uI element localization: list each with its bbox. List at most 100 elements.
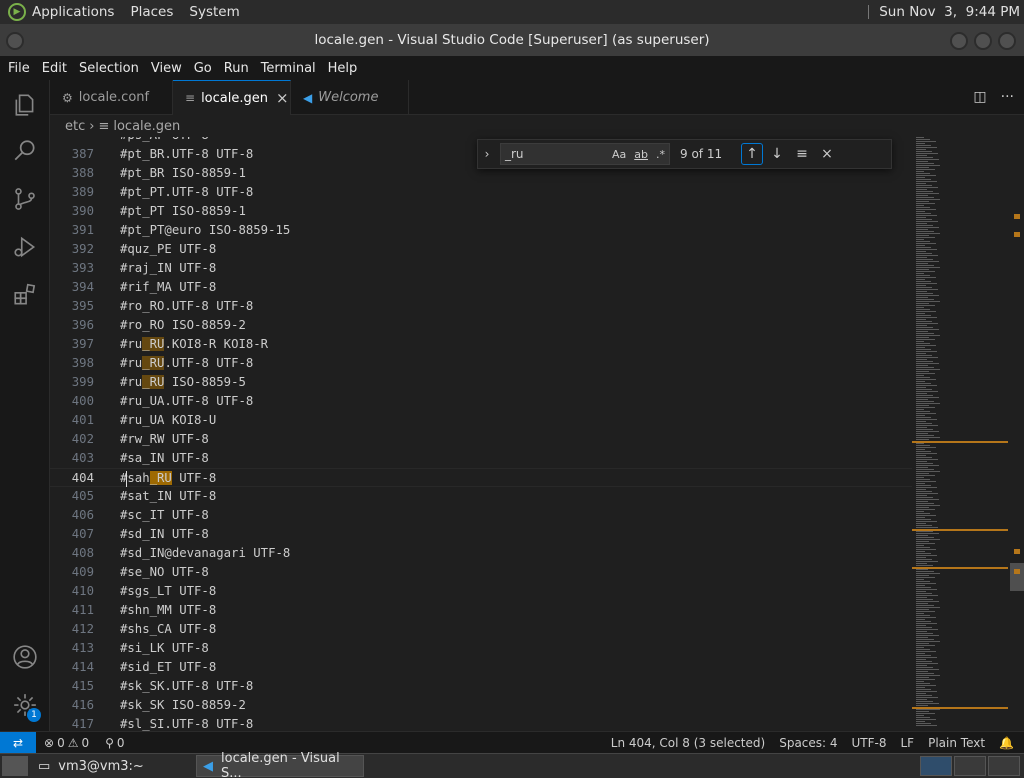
minimap-line bbox=[916, 603, 928, 604]
minimap-line bbox=[916, 339, 935, 340]
tab-locale-gen[interactable]: ≡ locale.gen × bbox=[173, 80, 291, 115]
minimap-line bbox=[916, 287, 932, 288]
minimap-line bbox=[916, 383, 931, 384]
tab-locale-conf[interactable]: ⚙ locale.conf bbox=[50, 80, 173, 115]
minimap-line bbox=[916, 613, 924, 614]
gnome-foot-icon[interactable]: ▶ bbox=[8, 3, 26, 21]
minimap-line bbox=[916, 667, 933, 668]
source-control-icon[interactable] bbox=[0, 176, 50, 222]
match-whole-word-toggle[interactable]: ab bbox=[634, 148, 648, 161]
toggle-replace-chevron-icon[interactable]: › bbox=[478, 147, 496, 161]
workspace-2[interactable] bbox=[954, 756, 986, 776]
code-line: 416 #sk_SK ISO-8859-2 bbox=[50, 696, 912, 715]
minimap-line bbox=[916, 543, 935, 544]
show-desktop-icon[interactable] bbox=[2, 756, 28, 776]
window-titlebar[interactable]: locale.gen - Visual Studio Code [Superus… bbox=[0, 24, 1024, 56]
menu-file[interactable]: File bbox=[0, 61, 36, 76]
extensions-icon[interactable] bbox=[0, 272, 50, 318]
minimap-line bbox=[916, 655, 931, 656]
code-line: 403 #sa_IN UTF-8 bbox=[50, 449, 912, 468]
minimap-line bbox=[916, 639, 934, 640]
breadcrumb-folder[interactable]: etc bbox=[65, 119, 85, 134]
ports-indicator[interactable]: ⚲ 0 bbox=[105, 736, 124, 750]
use-regex-toggle[interactable]: .* bbox=[656, 148, 665, 161]
line-text: #sc_IT UTF-8 bbox=[120, 508, 209, 522]
split-editor-icon[interactable]: ◫ bbox=[973, 89, 986, 105]
line-number: 410 bbox=[71, 584, 94, 598]
taskbar-item-terminal[interactable]: ▭ vm3@vm3:~ bbox=[32, 755, 192, 777]
minimap-line bbox=[916, 661, 932, 662]
end-of-line[interactable]: LF bbox=[901, 736, 915, 750]
minimap-line bbox=[916, 471, 940, 472]
encoding[interactable]: UTF-8 bbox=[852, 736, 887, 750]
menu-help[interactable]: Help bbox=[322, 61, 364, 76]
problems-indicator[interactable]: ⊗ 0 ⚠ 0 bbox=[44, 736, 89, 750]
more-actions-icon[interactable]: ··· bbox=[1001, 89, 1014, 105]
panel-menu-system[interactable]: System bbox=[189, 4, 239, 20]
close-tab-icon[interactable]: × bbox=[276, 89, 289, 107]
menu-go[interactable]: Go bbox=[188, 61, 218, 76]
minimap-line bbox=[916, 381, 925, 382]
menu-run[interactable]: Run bbox=[218, 61, 255, 76]
window-menu-button[interactable] bbox=[6, 32, 24, 50]
line-number: 417 bbox=[71, 717, 94, 731]
line-number: 406 bbox=[71, 508, 94, 522]
minimap-line bbox=[916, 423, 932, 424]
minimap-line bbox=[916, 487, 937, 488]
maximize-button[interactable] bbox=[974, 32, 992, 50]
language-mode[interactable]: Plain Text bbox=[928, 736, 985, 750]
cursor-position[interactable]: Ln 404, Col 8 (3 selected) bbox=[611, 736, 765, 750]
workspace-1[interactable] bbox=[920, 756, 952, 776]
next-match-arrow-down-icon[interactable]: ↓ bbox=[766, 143, 788, 165]
line-number: 415 bbox=[71, 679, 94, 693]
code-line: 408 #sd_IN@devanagari UTF-8 bbox=[50, 544, 912, 563]
match-case-toggle[interactable]: Aa bbox=[612, 148, 626, 161]
notifications-bell-icon[interactable]: 🔔 bbox=[999, 736, 1014, 750]
explorer-icon[interactable] bbox=[0, 82, 50, 128]
tab-welcome[interactable]: ◀ Welcome bbox=[291, 80, 409, 115]
remote-indicator-icon[interactable]: ⇄ bbox=[0, 731, 36, 754]
menu-selection[interactable]: Selection bbox=[73, 61, 145, 76]
code-line: 390 #pt_PT ISO-8859-1 bbox=[50, 202, 912, 221]
minimap-match-marker bbox=[912, 441, 1008, 443]
search-icon[interactable] bbox=[0, 128, 50, 174]
find-in-selection-icon[interactable]: ≡ bbox=[791, 143, 813, 165]
breadcrumb-file[interactable]: locale.gen bbox=[113, 119, 180, 134]
vertical-scrollbar[interactable] bbox=[1008, 137, 1024, 731]
minimap-line bbox=[916, 439, 929, 440]
taskbar-item-vscode[interactable]: ◀ locale.gen - Visual S... bbox=[196, 751, 364, 778]
minimap-line bbox=[916, 371, 929, 372]
indentation[interactable]: Spaces: 4 bbox=[779, 736, 837, 750]
minimap-line bbox=[916, 663, 938, 664]
minimap-line bbox=[916, 247, 931, 248]
menu-edit[interactable]: Edit bbox=[36, 61, 73, 76]
scrollbar-thumb[interactable] bbox=[1010, 563, 1024, 591]
minimap-line bbox=[916, 189, 927, 190]
minimap-line bbox=[916, 683, 930, 684]
line-text: #ru_UA.UTF-8 UTF-8 bbox=[120, 394, 254, 408]
menu-terminal[interactable]: Terminal bbox=[255, 61, 322, 76]
minimap-line bbox=[916, 355, 932, 356]
panel-clock[interactable]: Sun Nov 3, 9:44 PM bbox=[879, 4, 1020, 20]
panel-menu-places[interactable]: Places bbox=[130, 4, 173, 20]
close-find-icon[interactable]: × bbox=[816, 143, 838, 165]
minimize-button[interactable] bbox=[950, 32, 968, 50]
line-text-segment: UTF-8 bbox=[171, 471, 217, 485]
editor-text-area[interactable]: #ps_AF UTF-8 387#pt_BR.UTF-8 UTF-8388#pt… bbox=[50, 137, 912, 731]
previous-match-arrow-up-icon[interactable]: ↑ bbox=[741, 143, 763, 165]
minimap-line bbox=[916, 599, 933, 600]
minimap[interactable] bbox=[912, 137, 1008, 731]
minimap-line bbox=[916, 285, 926, 286]
find-input[interactable]: _ru Aa ab .* bbox=[500, 143, 670, 165]
run-debug-icon[interactable] bbox=[0, 224, 50, 270]
menu-view[interactable]: View bbox=[145, 61, 188, 76]
line-text-segment: #sah bbox=[120, 471, 150, 485]
panel-separator bbox=[868, 5, 870, 19]
minimap-line bbox=[916, 315, 931, 316]
manage-gear-icon[interactable]: 1 bbox=[0, 682, 50, 728]
minimap-line bbox=[916, 241, 930, 242]
close-window-button[interactable] bbox=[998, 32, 1016, 50]
panel-menu-applications[interactable]: Applications bbox=[32, 4, 114, 20]
account-icon[interactable] bbox=[0, 634, 50, 680]
workspace-3[interactable] bbox=[988, 756, 1020, 776]
